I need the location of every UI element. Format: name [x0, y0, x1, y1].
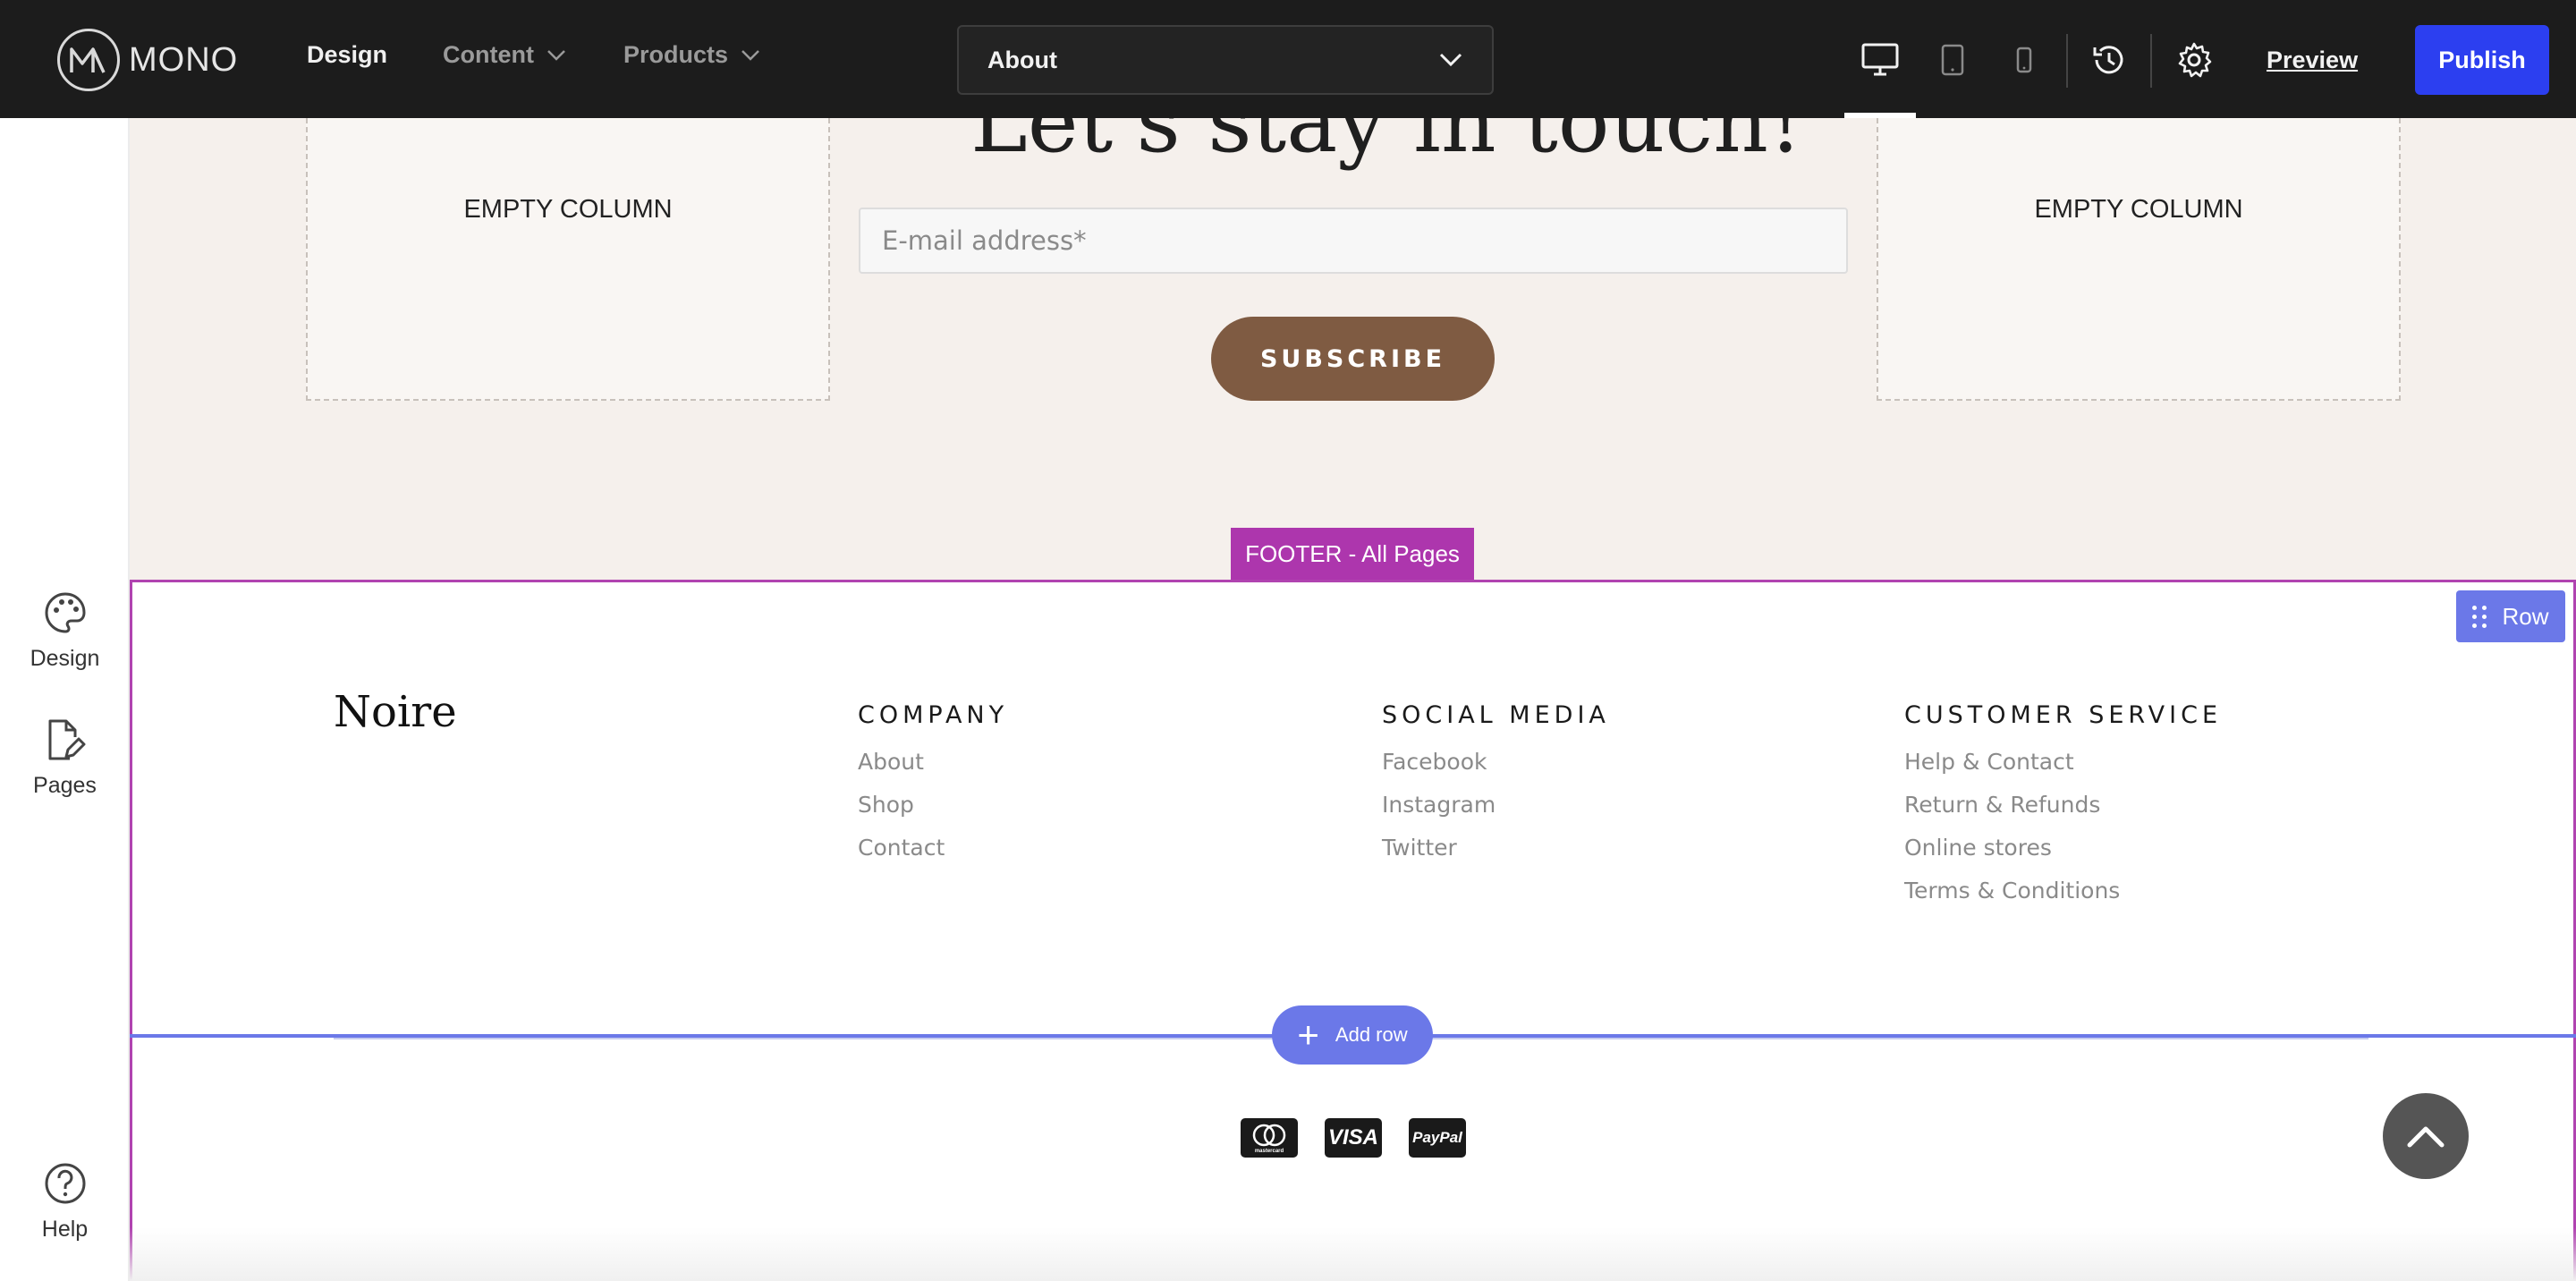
scroll-to-top-button[interactable] [2383, 1093, 2469, 1179]
toolbar-divider [2150, 34, 2152, 88]
help-icon [45, 1163, 85, 1204]
sidebar-item-pages[interactable]: Pages [0, 717, 130, 799]
add-row-button[interactable]: + Add row [1272, 1005, 1433, 1065]
footer-link[interactable]: About [858, 749, 1008, 792]
empty-column-label: EMPTY COLUMN [463, 195, 673, 224]
page-edit-icon [48, 719, 85, 760]
nav-design-label: Design [307, 41, 388, 68]
empty-column-left[interactable]: EMPTY COLUMN [306, 118, 830, 401]
row-badge-label: Row [2502, 602, 2549, 630]
footer-link[interactable]: Twitter [1382, 835, 1610, 878]
mobile-icon[interactable] [2000, 36, 2048, 84]
sidebar-item-help[interactable]: Help [0, 1161, 130, 1243]
footer-column-heading: CUSTOMER SERVICE [1904, 701, 2223, 729]
logo-text: MONO [129, 40, 239, 79]
sidebar-item-help-label: Help [41, 1217, 89, 1242]
add-row-label: Add row [1335, 1023, 1408, 1046]
visa-icon: VISA [1325, 1118, 1382, 1158]
editor-canvas: EMPTY COLUMN Let's stay in touch! E-mail… [130, 118, 2576, 1281]
chevron-up-icon [2407, 1126, 2445, 1148]
sidebar-item-design[interactable]: Design [0, 590, 130, 672]
email-placeholder: E-mail address* [882, 225, 1087, 256]
history-icon[interactable] [2085, 36, 2133, 84]
footer-link[interactable]: Instagram [1382, 792, 1610, 835]
footer-link[interactable]: Facebook [1382, 749, 1610, 792]
footer-column-heading: SOCIAL MEDIA [1382, 701, 1610, 729]
chevron-down-icon [741, 49, 759, 61]
footer-link[interactable]: Contact [858, 835, 1008, 878]
footer-link[interactable]: Help & Contact [1904, 749, 2222, 792]
footer-column-social: SOCIAL MEDIA Facebook Instagram Twitter [1382, 701, 1610, 878]
svg-text:mastercard: mastercard [1255, 1149, 1284, 1154]
chevron-down-icon [547, 49, 565, 61]
newsletter-headline[interactable]: Let's stay in touch! [970, 118, 1803, 172]
preview-link[interactable]: Preview [2267, 47, 2358, 74]
toolbar-divider [2066, 34, 2068, 88]
settings-icon[interactable] [2170, 36, 2218, 84]
footer-column-customer-service: CUSTOMER SERVICE Help & Contact Return &… [1904, 701, 2222, 920]
empty-column-right[interactable]: EMPTY COLUMN [1877, 118, 2401, 401]
row-badge[interactable]: Row [2456, 590, 2565, 642]
footer-link[interactable]: Shop [858, 792, 1008, 835]
desktop-icon[interactable] [1856, 36, 1904, 84]
chevron-down-icon [1439, 53, 1462, 67]
empty-column-label: EMPTY COLUMN [2034, 195, 2243, 224]
paypal-text: PayPal [1412, 1129, 1462, 1146]
nav-design[interactable]: Design [307, 41, 387, 69]
publish-button[interactable]: Publish [2415, 25, 2549, 95]
visa-text: VISA [1327, 1125, 1378, 1150]
top-bar: MONO Design Content Products About Previ… [0, 0, 2576, 118]
footer-tag[interactable]: FOOTER - All Pages [1231, 528, 1474, 580]
tablet-icon[interactable] [1928, 36, 1977, 84]
newsletter-section[interactable]: EMPTY COLUMN Let's stay in touch! E-mail… [130, 118, 2576, 580]
footer-brand[interactable]: Noire [334, 687, 457, 737]
sidebar-item-pages-label: Pages [33, 773, 97, 798]
nav-content-label: Content [443, 41, 534, 68]
email-field[interactable]: E-mail address* [859, 208, 1848, 274]
page-selector[interactable]: About [957, 25, 1494, 95]
footer-section[interactable] [130, 580, 2576, 1281]
subscribe-button[interactable]: SUBSCRIBE [1211, 317, 1495, 401]
drag-handle-icon [2472, 605, 2487, 628]
footer-link[interactable]: Terms & Conditions [1904, 878, 2222, 920]
sidebar-item-design-label: Design [30, 646, 100, 671]
payment-methods: mastercard VISA PayPal [1241, 1118, 1466, 1158]
footer-link[interactable]: Return & Refunds [1904, 792, 2222, 835]
logo-mark-icon [57, 29, 120, 91]
plus-icon: + [1297, 1014, 1319, 1056]
logo[interactable]: MONO [57, 29, 238, 91]
footer-column-company: COMPANY About Shop Contact [858, 701, 1008, 878]
left-sidebar: Design Pages Help [0, 118, 130, 1281]
page-selector-value: About [987, 46, 1057, 73]
bottom-fade [130, 1227, 2576, 1281]
paypal-icon: PayPal [1409, 1118, 1466, 1158]
nav-content[interactable]: Content [443, 41, 566, 69]
palette-icon [45, 592, 86, 633]
footer-column-heading: COMPANY [858, 701, 1009, 729]
mastercard-icon: mastercard [1241, 1118, 1298, 1158]
footer-link[interactable]: Online stores [1904, 835, 2222, 878]
nav-products[interactable]: Products [623, 41, 760, 69]
nav-products-label: Products [623, 41, 729, 68]
